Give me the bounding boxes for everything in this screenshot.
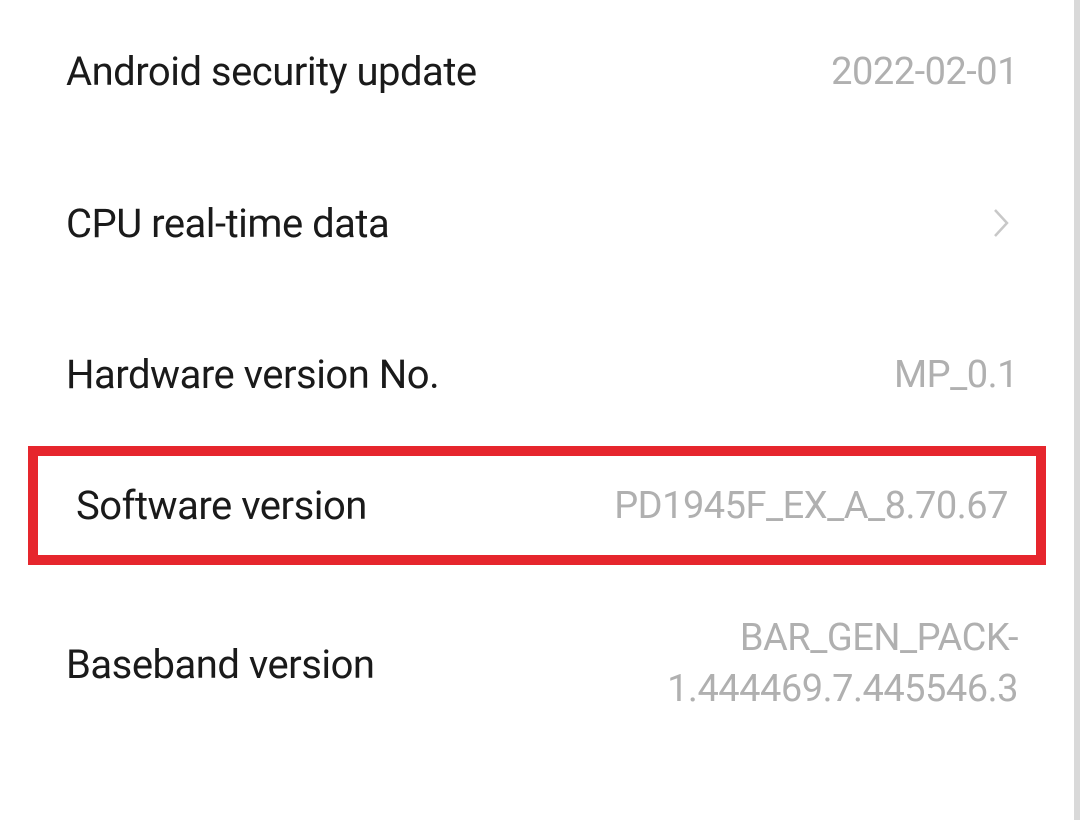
row-cpu-real-time-data[interactable]: CPU real-time data: [0, 143, 1074, 303]
settings-list: Android security update 2022-02-01 CPU r…: [0, 0, 1080, 820]
value-baseband-version: BAR_GEN_PACK-1.444469.7.445546.3: [398, 613, 1018, 716]
label-cpu-real-time-data: CPU real-time data: [66, 200, 389, 247]
row-hardware-version[interactable]: Hardware version No. MP_0.1: [0, 303, 1074, 446]
highlight-wrap: Software version PD1945F_EX_A_8.70.67: [0, 446, 1074, 565]
row-android-security-update[interactable]: Android security update 2022-02-01: [0, 0, 1074, 143]
value-android-security-update: 2022-02-01: [831, 50, 1018, 94]
label-software-version: Software version: [76, 482, 367, 529]
value-software-version: PD1945F_EX_A_8.70.67: [614, 484, 1008, 528]
row-baseband-version[interactable]: Baseband version BAR_GEN_PACK-1.444469.7…: [0, 565, 1074, 764]
label-baseband-version: Baseband version: [66, 641, 374, 688]
label-hardware-version: Hardware version No.: [66, 351, 439, 398]
row-software-version[interactable]: Software version PD1945F_EX_A_8.70.67: [28, 446, 1046, 565]
value-hardware-version: MP_0.1: [894, 353, 1018, 397]
chevron-right-icon: [992, 207, 1018, 239]
label-android-security-update: Android security update: [66, 48, 477, 95]
